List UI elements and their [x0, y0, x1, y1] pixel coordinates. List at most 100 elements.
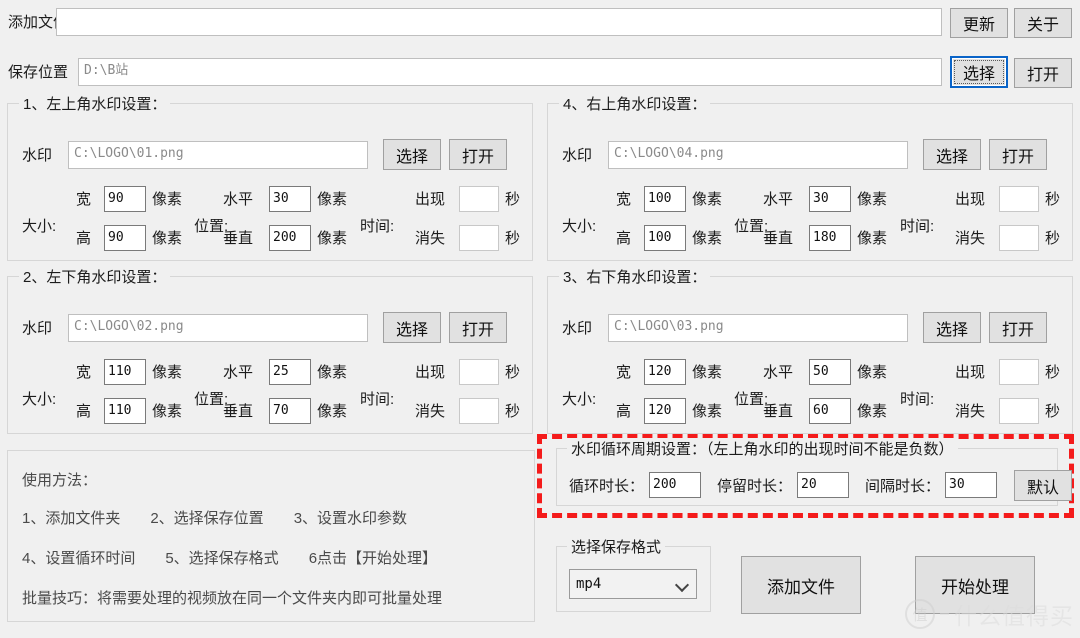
- smzdm-dash: [940, 613, 949, 615]
- height-unit-label: 像素: [692, 230, 723, 247]
- watermark-file-label: 水印: [562, 147, 593, 164]
- watermark-open-button[interactable]: 打开: [449, 312, 507, 343]
- disappear-unit-label: 秒: [505, 403, 521, 420]
- save-location-input[interactable]: D:\B站: [78, 58, 942, 86]
- batch-tip: 批量技巧：将需要处理的视频放在同一个文件夹内即可批量处理: [22, 590, 443, 607]
- save-format-title: 选择保存格式: [567, 536, 666, 557]
- save-format-panel: 选择保存格式 mp4: [556, 536, 711, 612]
- disappear-input[interactable]: [999, 225, 1039, 251]
- add-file-input[interactable]: [56, 8, 942, 36]
- watermark-choose-button[interactable]: 选择: [383, 139, 441, 170]
- save-format-select[interactable]: mp4: [569, 569, 697, 599]
- interval-duration-label: 间隔时长：: [865, 478, 941, 495]
- disappear-input[interactable]: [459, 225, 499, 251]
- cycle-settings-title: 水印循环周期设置：（左上角水印的出现时间不能是负数）: [567, 438, 958, 459]
- horizontal-input[interactable]: 25: [269, 359, 311, 385]
- choose-save-location-button[interactable]: 选择: [950, 56, 1008, 88]
- vertical-input[interactable]: 70: [269, 398, 311, 424]
- appear-label: 出现: [955, 364, 986, 381]
- vertical-input[interactable]: 60: [809, 398, 851, 424]
- horizontal-input[interactable]: 30: [809, 186, 851, 212]
- width-input[interactable]: 100: [644, 186, 686, 212]
- loop-duration-input[interactable]: 200: [649, 472, 701, 498]
- smzdm-badge-icon: 值: [905, 599, 935, 629]
- time-label: 时间:: [360, 218, 395, 235]
- watermark-file-input[interactable]: C:\LOGO\03.png: [608, 314, 908, 342]
- save-format-value: mp4: [576, 576, 602, 592]
- about-button[interactable]: 关于: [1014, 8, 1072, 38]
- height-unit-label: 像素: [692, 403, 723, 420]
- height-input[interactable]: 100: [644, 225, 686, 251]
- usage-step-5: 5、选择保存格式: [165, 550, 279, 567]
- size-label: 大小:: [22, 391, 57, 408]
- height-label: 高: [616, 403, 632, 420]
- vertical-label: 垂直: [763, 403, 794, 420]
- loop-duration-label: 循环时长：: [569, 478, 645, 495]
- open-save-location-button[interactable]: 打开: [1014, 58, 1072, 88]
- vertical-unit-label: 像素: [317, 403, 348, 420]
- width-input[interactable]: 110: [104, 359, 146, 385]
- usage-step-4: 4、设置循环时间: [22, 550, 136, 567]
- height-input[interactable]: 90: [104, 225, 146, 251]
- watermark-open-button[interactable]: 打开: [449, 139, 507, 170]
- smzdm-watermark: 值 什么值得买: [905, 596, 1075, 632]
- watermark-open-button[interactable]: 打开: [989, 312, 1047, 343]
- watermark-choose-button[interactable]: 选择: [923, 139, 981, 170]
- vertical-label: 垂直: [763, 230, 794, 247]
- smzdm-watermark-text: 什么值得买: [954, 603, 1074, 629]
- vertical-input[interactable]: 200: [269, 225, 311, 251]
- stay-duration-input[interactable]: 20: [797, 472, 849, 498]
- disappear-label: 消失: [415, 230, 446, 247]
- choose-save-location-label: 选择: [954, 60, 1004, 84]
- disappear-input[interactable]: [459, 398, 499, 424]
- usage-steps-row-2: 4、设置循环时间 5、选择保存格式 6点击【开始处理】: [22, 547, 437, 568]
- disappear-label: 消失: [955, 230, 986, 247]
- add-file-button[interactable]: 添加文件: [741, 556, 861, 614]
- watermark-file-label: 水印: [22, 147, 53, 164]
- watermark-open-button[interactable]: 打开: [989, 139, 1047, 170]
- width-label: 宽: [76, 364, 92, 381]
- appear-input[interactable]: [999, 186, 1039, 212]
- watermark-choose-button[interactable]: 选择: [923, 312, 981, 343]
- watermark-panel-bottom-right: 3、右下角水印设置： 水印 C:\LOGO\03.png 选择 打开 大小: 宽…: [547, 266, 1073, 434]
- height-unit-label: 像素: [152, 230, 183, 247]
- usage-step-1: 1、添加文件夹: [22, 510, 121, 527]
- update-button[interactable]: 更新: [950, 8, 1008, 38]
- watermark-file-input[interactable]: C:\LOGO\04.png: [608, 141, 908, 169]
- horizontal-input[interactable]: 50: [809, 359, 851, 385]
- horizontal-label: 水平: [223, 191, 254, 208]
- vertical-input[interactable]: 180: [809, 225, 851, 251]
- watermark-file-label: 水印: [562, 320, 593, 337]
- appear-label: 出现: [415, 364, 446, 381]
- horizontal-label: 水平: [223, 364, 254, 381]
- horizontal-unit-label: 像素: [857, 364, 888, 381]
- disappear-input[interactable]: [999, 398, 1039, 424]
- disappear-unit-label: 秒: [1045, 403, 1061, 420]
- height-input[interactable]: 120: [644, 398, 686, 424]
- appear-input[interactable]: [459, 186, 499, 212]
- height-label: 高: [616, 230, 632, 247]
- watermark-panel-top-left: 1、左上角水印设置： 水印 C:\LOGO\01.png 选择 打开 大小: 宽…: [7, 93, 533, 261]
- appear-unit-label: 秒: [505, 191, 521, 208]
- disappear-label: 消失: [955, 403, 986, 420]
- appear-input[interactable]: [459, 359, 499, 385]
- width-label: 宽: [616, 364, 632, 381]
- vertical-unit-label: 像素: [857, 403, 888, 420]
- horizontal-label: 水平: [763, 191, 794, 208]
- size-label: 大小:: [562, 218, 597, 235]
- horizontal-input[interactable]: 30: [269, 186, 311, 212]
- size-label: 大小:: [22, 218, 57, 235]
- watermark-file-input[interactable]: C:\LOGO\02.png: [68, 314, 368, 342]
- watermark-file-input[interactable]: C:\LOGO\01.png: [68, 141, 368, 169]
- width-label: 宽: [76, 191, 92, 208]
- size-label: 大小:: [562, 391, 597, 408]
- interval-duration-input[interactable]: 30: [945, 472, 997, 498]
- watermark-choose-button[interactable]: 选择: [383, 312, 441, 343]
- height-input[interactable]: 110: [104, 398, 146, 424]
- horizontal-unit-label: 像素: [317, 364, 348, 381]
- appear-input[interactable]: [999, 359, 1039, 385]
- default-button[interactable]: 默认: [1014, 470, 1072, 501]
- width-input[interactable]: 120: [644, 359, 686, 385]
- width-input[interactable]: 90: [104, 186, 146, 212]
- appear-unit-label: 秒: [505, 364, 521, 381]
